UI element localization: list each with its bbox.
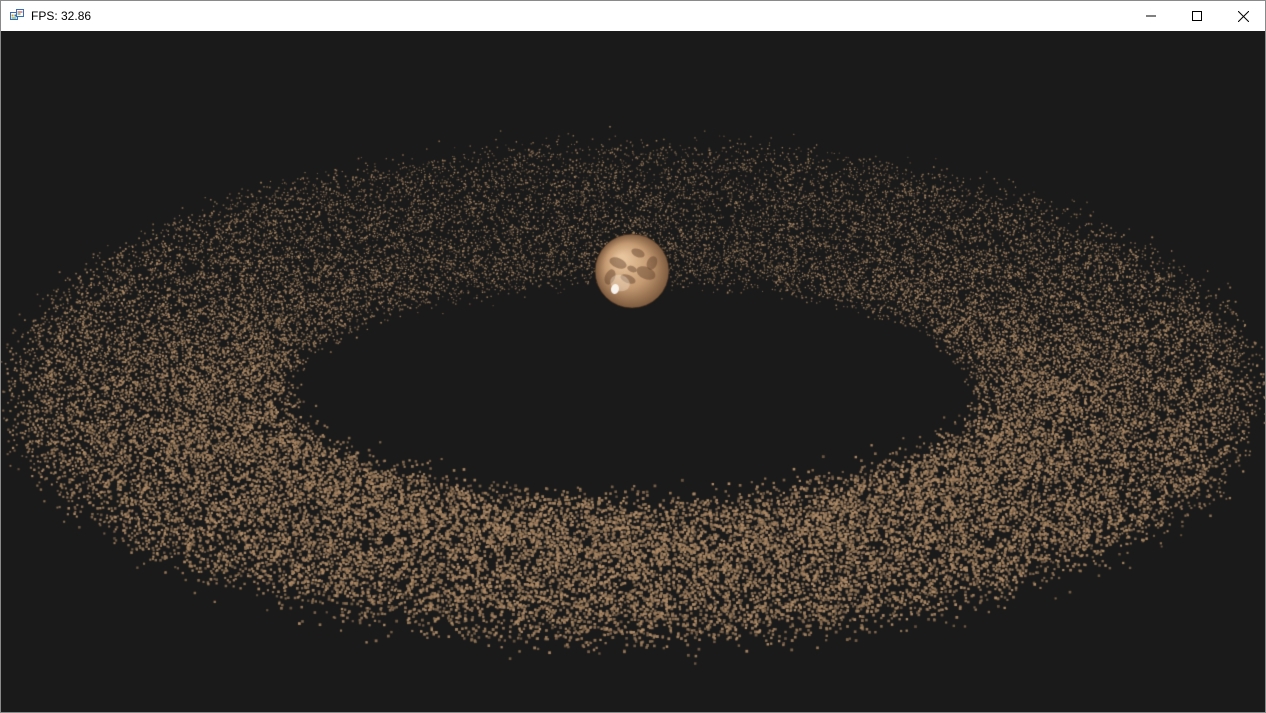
maximize-icon xyxy=(1192,11,1202,21)
close-icon xyxy=(1237,10,1249,22)
title-bar[interactable]: FPS: 32.86 xyxy=(1,1,1265,31)
app-icon xyxy=(10,9,24,20)
window-title: FPS: 32.86 xyxy=(31,9,92,23)
minimize-icon xyxy=(1146,15,1156,17)
particle-ring-canvas xyxy=(1,31,1265,712)
application-window: FPS: 32.86 xyxy=(0,0,1266,713)
maximize-button[interactable] xyxy=(1174,1,1220,31)
close-button[interactable] xyxy=(1220,1,1266,31)
minimize-button[interactable] xyxy=(1128,1,1174,31)
render-viewport[interactable] xyxy=(1,31,1265,712)
